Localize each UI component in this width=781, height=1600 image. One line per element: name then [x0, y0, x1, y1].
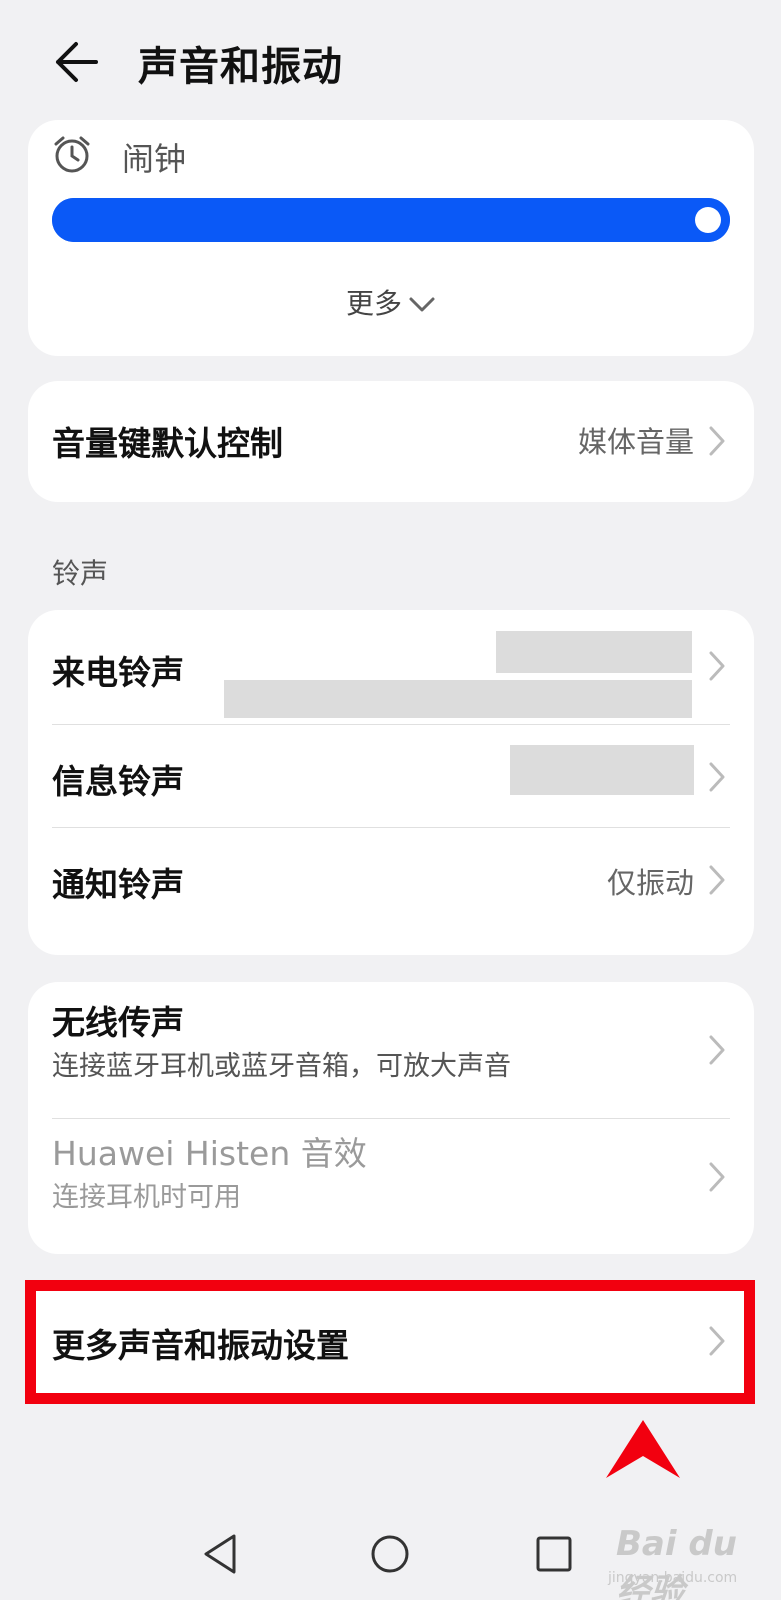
notification-ringtone-value: 仅振动 [606, 866, 694, 900]
histen-effect-desc: 连接耳机时可用 [52, 1182, 241, 1213]
more-sound-vibration-row[interactable]: 更多声音和振动设置 [28, 1287, 754, 1397]
message-ringtone-row[interactable]: 信息铃声 [28, 725, 754, 827]
alarm-volume-card: 闹钟 更多 [28, 120, 754, 356]
redacted-value [224, 680, 692, 718]
watermark-text: Bai du 经验 [616, 1524, 737, 1600]
chevron-right-icon [709, 762, 725, 792]
more-settings-label: 更多声音和振动设置 [52, 1326, 349, 1365]
redacted-value [510, 745, 694, 795]
wireless-sound-label: 无线传声 [52, 1003, 184, 1042]
notification-ringtone-label: 通知铃声 [52, 865, 184, 904]
more-expand-button[interactable]: 更多 [28, 282, 754, 322]
more-settings-card: 更多声音和振动设置 [28, 1287, 754, 1397]
wireless-sound-desc: 连接蓝牙耳机或蓝牙音箱，可放大声音 [52, 1051, 511, 1082]
notification-ringtone-row[interactable]: 通知铃声 仅振动 [28, 828, 754, 955]
back-button[interactable] [50, 36, 106, 88]
nav-recents-button[interactable] [528, 1528, 580, 1580]
chevron-right-icon [709, 651, 725, 681]
nav-back-icon [204, 1534, 236, 1574]
chevron-right-icon [709, 1326, 725, 1356]
redacted-value [496, 631, 692, 673]
chevron-right-icon [709, 1035, 725, 1065]
nav-back-button[interactable] [196, 1528, 248, 1580]
slider-knob[interactable] [695, 207, 721, 233]
nav-recents-icon [536, 1536, 572, 1572]
wireless-sound-row[interactable]: 无线传声 连接蓝牙耳机或蓝牙音箱，可放大声音 [28, 982, 754, 1118]
watermark-sub: jingyan.baidu.com [608, 1570, 738, 1586]
audio-card: 无线传声 连接蓝牙耳机或蓝牙音箱，可放大声音 Huawei Histen 音效 … [28, 982, 754, 1254]
chevron-down-icon [409, 297, 435, 312]
incoming-call-ringtone-row[interactable]: 来电铃声 [28, 610, 754, 724]
volume-key-label: 音量键默认控制 [52, 424, 283, 463]
histen-effect-label: Huawei Histen 音效 [52, 1134, 367, 1173]
message-ringtone-label: 信息铃声 [52, 762, 184, 801]
alarm-clock-icon [54, 136, 90, 173]
top-app-bar: 声音和振动 [0, 0, 781, 120]
more-label: 更多 [345, 287, 402, 320]
back-arrow-icon [56, 42, 98, 82]
chevron-right-icon [709, 865, 725, 895]
page-title: 声音和振动 [138, 44, 343, 90]
alarm-label: 闹钟 [122, 140, 187, 178]
slider-fill [52, 198, 730, 242]
incoming-call-ringtone-label: 来电铃声 [52, 653, 184, 692]
chevron-right-icon [709, 426, 725, 456]
baidu-watermark: Bai du 经验 jingyan.baidu.com [598, 1510, 748, 1600]
nav-home-icon [371, 1535, 409, 1573]
chevron-right-icon [709, 1162, 725, 1192]
ringtone-card: 来电铃声 信息铃声 通知铃声 仅振动 [28, 610, 754, 955]
alarm-volume-slider[interactable] [52, 198, 730, 242]
ringtone-section-title: 铃声 [52, 557, 109, 590]
histen-effect-row: Huawei Histen 音效 连接耳机时可用 [28, 1119, 754, 1254]
annotation-arrow-icon [606, 1420, 680, 1478]
nav-home-button[interactable] [364, 1528, 416, 1580]
volume-key-row[interactable]: 音量键默认控制 媒体音量 [28, 381, 754, 502]
volume-key-value: 媒体音量 [577, 425, 694, 459]
volume-key-card: 音量键默认控制 媒体音量 [28, 381, 754, 502]
